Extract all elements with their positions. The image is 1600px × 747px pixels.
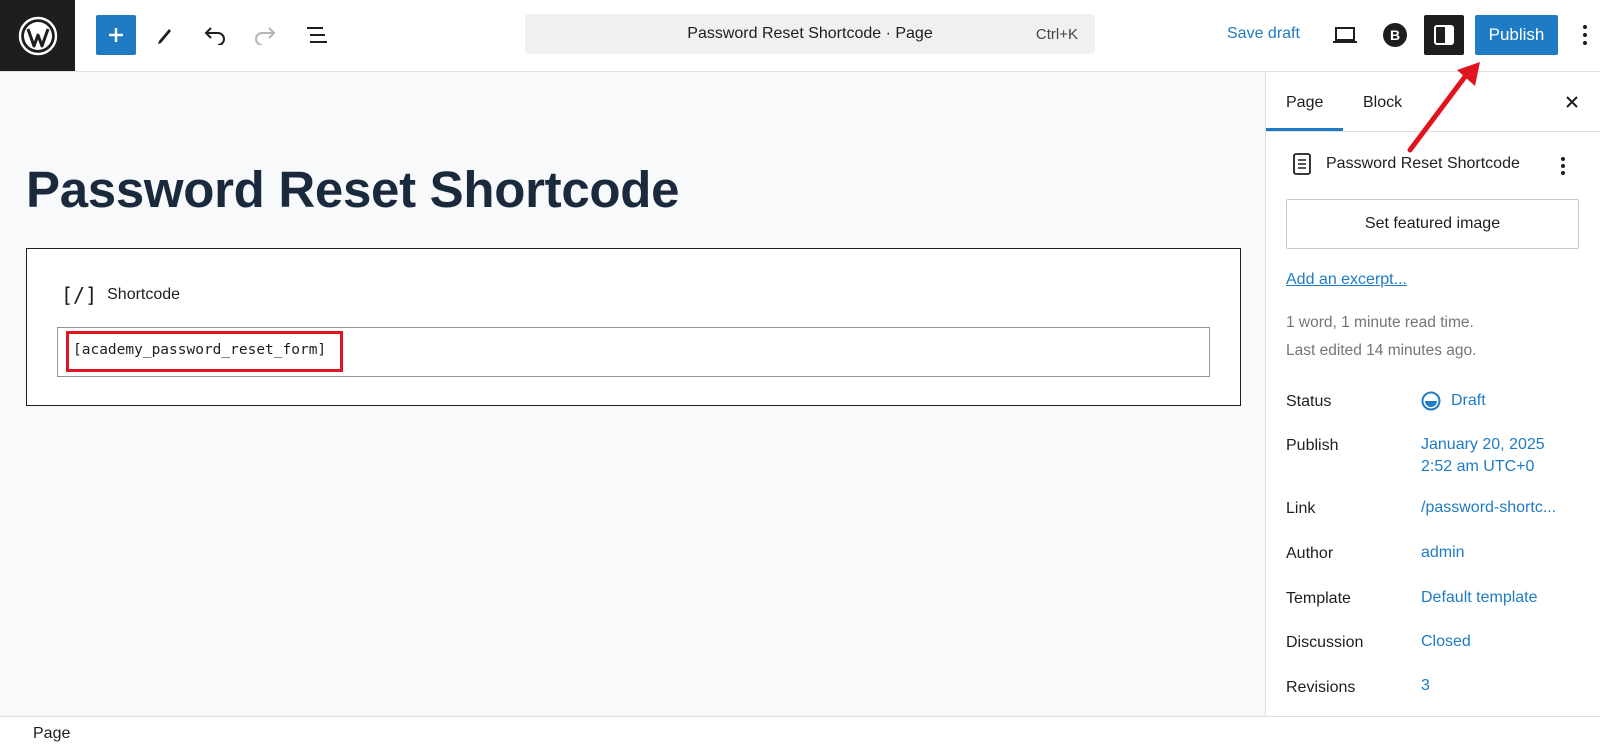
shortcode-block-title: Shortcode bbox=[107, 286, 181, 303]
close-icon bbox=[1566, 96, 1578, 108]
draft-status-icon bbox=[1421, 391, 1441, 411]
editor-footer: Page bbox=[0, 716, 1600, 747]
shortcode-block-label: [/] Shortcode bbox=[61, 283, 180, 307]
shortcut-hint: Ctrl+K bbox=[1035, 26, 1078, 43]
author-label: Author bbox=[1286, 545, 1334, 562]
wordpress-logo-icon bbox=[18, 16, 57, 55]
settings-toggle-button[interactable] bbox=[1424, 15, 1464, 55]
plugin-button[interactable]: B bbox=[1375, 15, 1415, 55]
publish-date: January 20, 2025 bbox=[1421, 436, 1545, 453]
pen-icon bbox=[158, 29, 171, 44]
publish-date-value[interactable]: January 20, 2025 2:52 am UTC+0 bbox=[1421, 434, 1545, 478]
publish-label: Publish bbox=[1286, 437, 1339, 454]
document-summary-title: Password Reset Shortcode bbox=[1326, 155, 1520, 172]
document-summary: Password Reset Shortcode bbox=[1292, 152, 1520, 176]
settings-sidebar-icon bbox=[1434, 25, 1454, 45]
publish-button[interactable]: Publish bbox=[1475, 15, 1558, 55]
revisions-value[interactable]: 3 bbox=[1421, 675, 1430, 697]
redo-icon bbox=[255, 27, 276, 45]
shortcode-icon: [/] bbox=[61, 283, 98, 307]
author-value[interactable]: admin bbox=[1421, 542, 1465, 564]
breadcrumb[interactable]: Page bbox=[33, 725, 70, 743]
document-overview-button[interactable] bbox=[297, 15, 337, 55]
settings-sidebar: Page Block Password Reset Shortcode Set … bbox=[1265, 72, 1600, 716]
active-tab-indicator bbox=[1266, 128, 1343, 131]
options-button[interactable] bbox=[1582, 24, 1588, 46]
discussion-label: Discussion bbox=[1286, 634, 1364, 651]
tools-button[interactable] bbox=[145, 15, 185, 55]
command-palette-bar[interactable]: Password Reset Shortcode · Page Ctrl+K bbox=[525, 14, 1095, 54]
status-label: Status bbox=[1286, 393, 1332, 410]
list-view-icon bbox=[307, 27, 327, 43]
plus-icon bbox=[109, 28, 123, 42]
desktop-preview-icon bbox=[1333, 27, 1357, 43]
editor-header: Password Reset Shortcode · Page Ctrl+K S… bbox=[0, 0, 1600, 72]
discussion-value[interactable]: Closed bbox=[1421, 631, 1471, 653]
tab-page[interactable]: Page bbox=[1286, 94, 1323, 112]
revisions-label: Revisions bbox=[1286, 679, 1356, 696]
shortcode-text: [academy_password_reset_form] bbox=[73, 342, 327, 358]
link-value[interactable]: /password-shortc... bbox=[1421, 497, 1556, 519]
redo-button[interactable] bbox=[245, 15, 285, 55]
template-label: Template bbox=[1286, 590, 1351, 607]
document-title: Password Reset Shortcode · Page bbox=[687, 25, 933, 42]
link-label: Link bbox=[1286, 500, 1316, 517]
shortcode-input[interactable]: [academy_password_reset_form] bbox=[57, 327, 1210, 377]
template-value[interactable]: Default template bbox=[1421, 587, 1538, 609]
plugin-b-icon: B bbox=[1383, 23, 1407, 47]
close-sidebar-button[interactable] bbox=[1560, 90, 1584, 114]
status-value[interactable]: Draft bbox=[1421, 390, 1486, 412]
add-block-button[interactable] bbox=[96, 15, 136, 55]
last-edited: Last edited 14 minutes ago. bbox=[1286, 342, 1477, 359]
status-value-text: Draft bbox=[1451, 392, 1486, 409]
save-draft-button[interactable]: Save draft bbox=[1227, 25, 1300, 43]
preview-button[interactable] bbox=[1325, 15, 1365, 55]
document-actions-button[interactable] bbox=[1560, 156, 1566, 176]
page-icon bbox=[1293, 153, 1311, 175]
post-title[interactable]: Password Reset Shortcode bbox=[26, 160, 679, 219]
word-count: 1 word, 1 minute read time. bbox=[1286, 314, 1474, 331]
sidebar-tabs: Page Block bbox=[1266, 72, 1600, 132]
set-featured-image-button[interactable]: Set featured image bbox=[1286, 199, 1579, 249]
svg-text:B: B bbox=[1390, 27, 1400, 43]
wordpress-logo-button[interactable] bbox=[0, 0, 75, 71]
more-vertical-icon bbox=[1561, 157, 1565, 175]
editor-canvas: Password Reset Shortcode [/] Shortcode [… bbox=[0, 72, 1265, 716]
undo-icon bbox=[204, 27, 225, 45]
shortcode-block[interactable]: [/] Shortcode [academy_password_reset_fo… bbox=[26, 248, 1241, 406]
tab-block[interactable]: Block bbox=[1363, 94, 1402, 112]
undo-button[interactable] bbox=[195, 15, 235, 55]
publish-time: 2:52 am UTC+0 bbox=[1421, 458, 1535, 475]
more-vertical-icon bbox=[1583, 25, 1587, 45]
add-excerpt-link[interactable]: Add an excerpt... bbox=[1286, 271, 1407, 289]
